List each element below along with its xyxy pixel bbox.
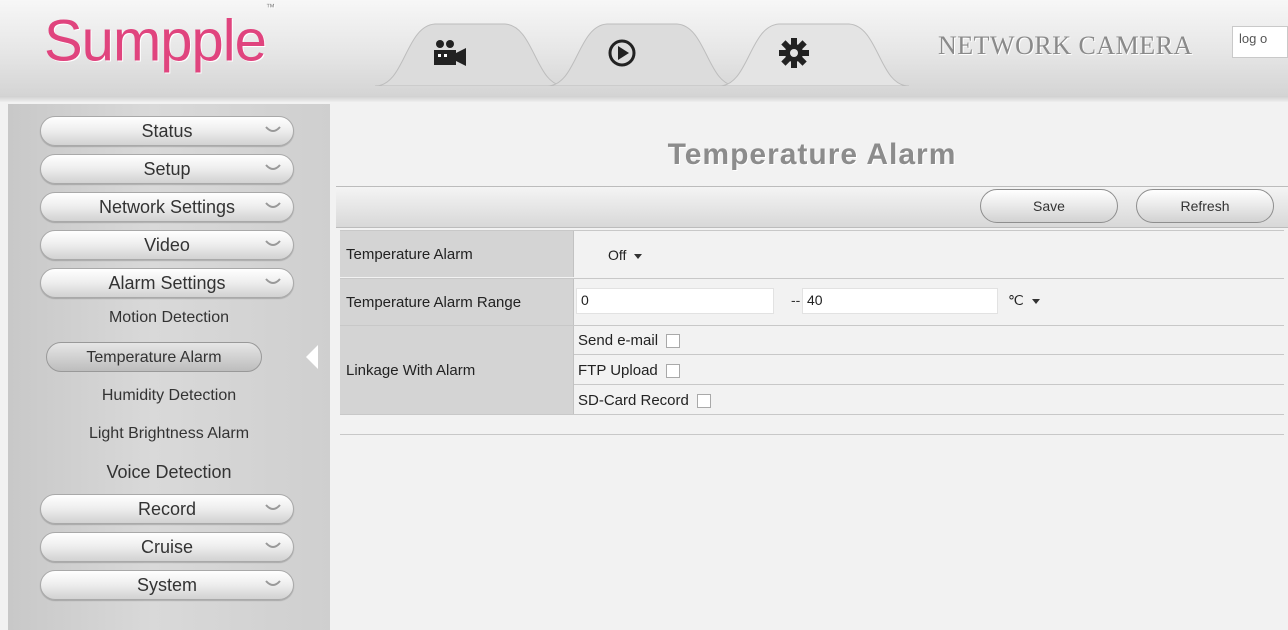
chevron-down-icon (265, 504, 281, 510)
sidebar-item-label: Alarm Settings (108, 272, 226, 293)
header-divider (0, 96, 1288, 102)
toolbar: Save Refresh (336, 186, 1288, 228)
ftp-upload-checkbox[interactable] (665, 364, 680, 379)
chevron-down-icon (265, 580, 281, 586)
sidebar-item-label: Network Settings (98, 196, 236, 217)
logo: Sumpple™ (44, 2, 275, 76)
tab-settings[interactable] (719, 20, 909, 86)
send-email-label: Send e-mail (578, 332, 659, 349)
play-icon (599, 36, 645, 70)
range-separator: -- (791, 292, 801, 308)
chevron-down-icon (265, 240, 281, 246)
refresh-button[interactable]: Refresh (1136, 189, 1274, 223)
tab-live-video[interactable] (375, 20, 565, 86)
sidebar-item-network-settings[interactable]: Network Settings (40, 192, 294, 222)
send-email-option: Send e-mail (578, 332, 681, 349)
sidebar-item-label: Setup (143, 158, 191, 179)
logout-button[interactable]: log o (1232, 26, 1288, 58)
sidebar-item-alarm-settings[interactable]: Alarm Settings (40, 268, 294, 298)
row-divider (340, 414, 1284, 415)
sidebar: Status Setup Network Settings Video Alar… (8, 104, 330, 630)
chevron-down-icon (265, 278, 281, 284)
sidebar-subitem-light-brightness-alarm[interactable]: Light Brightness Alarm (8, 425, 330, 443)
unit-value: ℃ (1008, 292, 1024, 308)
header: Sumpple™ NETWORK CAMERA log o (0, 0, 1288, 97)
sidebar-item-system[interactable]: System (40, 570, 294, 600)
chevron-down-icon (265, 542, 281, 548)
range-max-input[interactable]: 40 (802, 288, 998, 314)
dropdown-arrow-icon (634, 253, 643, 259)
sidebar-subitem-motion-detection[interactable]: Motion Detection (8, 309, 330, 327)
range-min-input[interactable]: 0 (576, 288, 774, 314)
unit-select[interactable]: ℃ (1008, 292, 1040, 309)
sidebar-item-video[interactable]: Video (40, 230, 294, 260)
main-content: Temperature Alarm Save Refresh Temperatu… (336, 110, 1288, 630)
table-bottom-border (340, 434, 1284, 435)
video-camera-icon (427, 36, 473, 70)
page-title: Temperature Alarm (667, 138, 957, 171)
temperature-alarm-value: Off (608, 247, 627, 263)
sidebar-item-label: System (136, 574, 197, 595)
sidebar-item-cruise[interactable]: Cruise (40, 532, 294, 562)
gear-icon (771, 36, 817, 70)
chevron-down-icon (265, 202, 281, 208)
dropdown-arrow-icon (1031, 298, 1040, 304)
temperature-range-label: Temperature Alarm Range (340, 279, 574, 325)
chevron-down-icon (265, 126, 281, 132)
temperature-alarm-select[interactable]: Off (608, 247, 643, 263)
sidebar-subitem-humidity-detection[interactable]: Humidity Detection (8, 387, 330, 405)
save-button[interactable]: Save (980, 189, 1118, 223)
brand-text: NETWORK CAMERA (938, 31, 1193, 60)
ftp-upload-label: FTP Upload (578, 362, 658, 379)
chevron-down-icon (265, 164, 281, 170)
sidebar-item-label: Status (141, 120, 193, 141)
logo-trademark: ™ (265, 2, 275, 12)
sidebar-item-label: Video (144, 234, 190, 255)
sidebar-item-label: Record (137, 498, 197, 519)
send-email-checkbox[interactable] (666, 334, 681, 349)
sidebar-subitem-temperature-alarm[interactable]: Temperature Alarm (46, 342, 262, 372)
sd-record-checkbox[interactable] (696, 394, 711, 409)
ftp-upload-option: FTP Upload (578, 362, 680, 379)
sidebar-item-status[interactable]: Status (40, 116, 294, 146)
sidebar-item-setup[interactable]: Setup (40, 154, 294, 184)
tab-playback[interactable] (547, 20, 737, 86)
row-divider (574, 384, 1284, 385)
sd-record-label: SD-Card Record (578, 392, 689, 409)
temperature-alarm-label: Temperature Alarm (340, 231, 574, 277)
linkage-label: Linkage With Alarm (340, 326, 574, 414)
sidebar-item-record[interactable]: Record (40, 494, 294, 524)
logo-text: Sumpple (44, 8, 267, 74)
sidebar-item-label: Cruise (140, 536, 193, 557)
row-divider (574, 354, 1284, 355)
sidebar-subitem-voice-detection[interactable]: Voice Detection (8, 462, 330, 483)
sd-record-option: SD-Card Record (578, 392, 711, 409)
active-pointer-icon (306, 345, 318, 369)
